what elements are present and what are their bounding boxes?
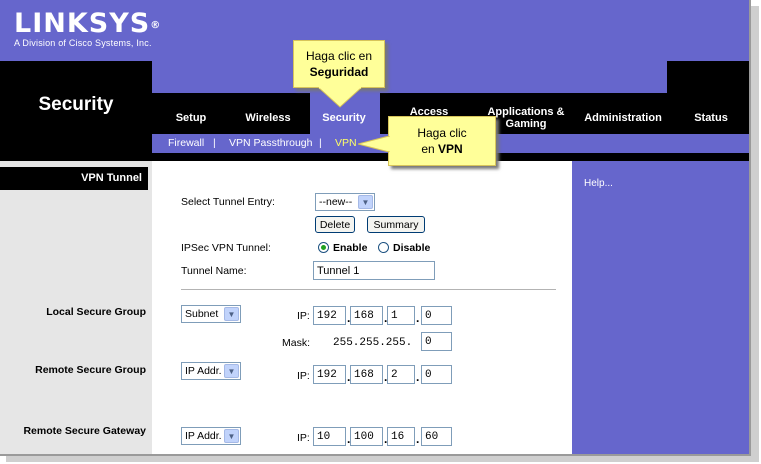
gateway-ip-label: IP: [297, 432, 310, 444]
header-purple-bar [152, 61, 667, 93]
tab-applications-gaming[interactable]: Applications & Gaming [484, 106, 568, 130]
subnav-vpn[interactable]: VPN [335, 137, 357, 149]
tab-security[interactable]: Security [316, 112, 372, 124]
ip-dot: . [416, 432, 420, 446]
help-panel: Help... [572, 167, 749, 454]
remote-secure-gateway-label: Remote Secure Gateway [23, 425, 146, 437]
logo-subtitle: A Division of Cisco Systems, Inc. [14, 38, 152, 48]
remote-ip-octet-2[interactable]: 168 [350, 365, 383, 384]
local-group-type-select[interactable]: Subnet ▼ [181, 305, 241, 323]
subnav-vpn-passthrough[interactable]: VPN Passthrough [229, 137, 312, 149]
chevron-down-icon: ▼ [358, 195, 373, 209]
local-ip-label: IP: [297, 310, 310, 322]
remote-group-type-select[interactable]: IP Addr. ▼ [181, 362, 241, 380]
gateway-ip-octet-1[interactable]: 10 [313, 427, 346, 446]
remote-ip-octet-4[interactable]: 0 [421, 365, 452, 384]
subnav-firewall[interactable]: Firewall [168, 137, 204, 149]
callout-pointer [318, 87, 362, 108]
tunnel-entry-label: Select Tunnel Entry: [181, 196, 275, 208]
local-ip-octet-1[interactable]: 192 [313, 306, 346, 325]
tab-status[interactable]: Status [688, 112, 734, 124]
callout-click-vpn: Haga clic en VPN [388, 116, 496, 166]
local-ip-octet-2[interactable]: 168 [350, 306, 383, 325]
divider [181, 289, 556, 290]
tab-administration[interactable]: Administration [578, 112, 668, 124]
remote-secure-group-label: Remote Secure Group [35, 364, 146, 376]
subnav-separator: | [213, 137, 216, 149]
page-title: Security [38, 94, 114, 115]
tunnel-entry-select[interactable]: --new-- ▼ [315, 193, 375, 211]
help-link[interactable]: Help... [584, 178, 613, 189]
callout-click-security: Haga clic en Seguridad [293, 40, 385, 88]
ipsec-vpn-tunnel-label: IPSec VPN Tunnel: [181, 242, 271, 254]
vpn-tunnel-heading: VPN Tunnel [0, 167, 148, 190]
callout-pointer [358, 136, 390, 152]
local-secure-group-label: Local Secure Group [46, 306, 146, 318]
window-shadow-bottom [6, 456, 759, 462]
remote-ip-octet-3[interactable]: 2 [387, 365, 415, 384]
linksys-logo: LINKSYS® A Division of Cisco Systems, In… [14, 8, 162, 49]
ip-dot: . [416, 370, 420, 384]
mask-label: Mask: [282, 337, 311, 349]
chevron-down-icon: ▼ [224, 429, 239, 443]
disable-label: Disable [393, 242, 431, 254]
disable-radio[interactable] [378, 242, 389, 253]
subnav-separator: | [319, 137, 322, 149]
chevron-down-icon: ▼ [224, 307, 239, 321]
remote-ip-label: IP: [297, 370, 310, 382]
enable-label: Enable [333, 242, 368, 254]
tab-setup[interactable]: Setup [166, 112, 216, 124]
summary-button[interactable]: Summary [367, 216, 425, 233]
enable-radio[interactable] [318, 242, 329, 253]
gateway-ip-octet-2[interactable]: 100 [350, 427, 383, 446]
mask-prefix: 255.255.255. [333, 337, 413, 349]
tunnel-name-input[interactable]: Tunnel 1 [313, 261, 435, 280]
gateway-ip-octet-4[interactable]: 60 [421, 427, 452, 446]
delete-button[interactable]: Delete [315, 216, 355, 233]
ip-dot: . [416, 311, 420, 325]
tab-wireless[interactable]: Wireless [240, 112, 296, 124]
tunnel-name-label: Tunnel Name: [181, 265, 247, 277]
gateway-type-select[interactable]: IP Addr. ▼ [181, 427, 241, 445]
mask-octet-4[interactable]: 0 [421, 332, 452, 351]
gateway-ip-octet-3[interactable]: 16 [387, 427, 415, 446]
window-shadow-right [751, 6, 759, 458]
local-ip-octet-3[interactable]: 1 [387, 306, 415, 325]
chevron-down-icon: ▼ [224, 364, 239, 378]
local-ip-octet-4[interactable]: 0 [421, 306, 452, 325]
router-admin-page: LINKSYS® A Division of Cisco Systems, In… [0, 0, 751, 456]
remote-ip-octet-1[interactable]: 192 [313, 365, 346, 384]
